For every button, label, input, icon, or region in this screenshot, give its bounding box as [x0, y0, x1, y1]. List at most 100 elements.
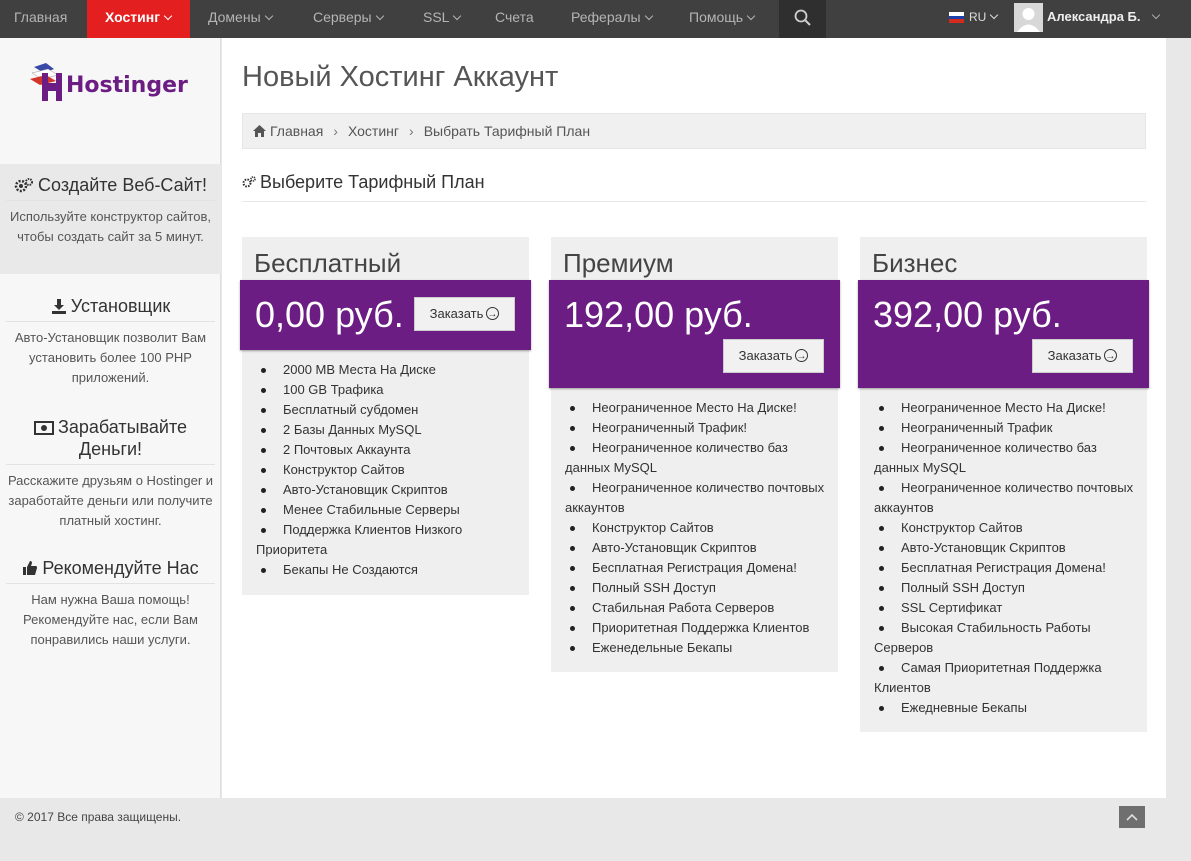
- plan-features: 2000 MB Места На Диске 100 GB Трафика Бе…: [242, 350, 529, 592]
- plan-features: Неограниченное Место На Диске! Неогранич…: [860, 388, 1147, 730]
- chevron-right-icon: ›: [333, 123, 338, 139]
- chevron-down-icon: [264, 11, 273, 21]
- order-button[interactable]: Заказать: [1032, 339, 1133, 373]
- search-icon: [794, 9, 811, 26]
- list-item: Бесплатный субдомен: [256, 400, 523, 420]
- nav-item-referrals[interactable]: Рефералы: [571, 0, 653, 38]
- sidebar-block-website-builder[interactable]: Создайте Веб-Сайт! Используйте конструкт…: [0, 164, 221, 274]
- list-item: Бекапы Не Создаются: [256, 560, 523, 580]
- nav-item-label: Хостинг: [105, 9, 161, 25]
- sidebar: Hostinger Создайте Веб-Сайт! Используйте…: [0, 38, 221, 798]
- breadcrumb-item-hosting[interactable]: Хостинг: [348, 123, 399, 139]
- list-item: Высокая Стабильность Работы Серверов: [874, 618, 1141, 658]
- chevron-down-icon: [1151, 10, 1160, 20]
- sidebar-block-recommend[interactable]: Рекомендуйте Нас Нам нужна Ваша помощь! …: [0, 557, 221, 650]
- nav-item-home[interactable]: Главная: [14, 0, 67, 38]
- main-content: Новый Хостинг Аккаунт Главная › Хостинг › Вы…: [222, 38, 1166, 798]
- top-navbar: Главная Хостинг Домены Серверы SSL Счета…: [0, 0, 1191, 44]
- list-item: Бесплатная Регистрация Домена!: [565, 558, 832, 578]
- plan-name: Бесплатный: [254, 248, 402, 278]
- list-item: Конструктор Сайтов: [874, 518, 1141, 538]
- hostinger-logo-icon: Hostinger: [30, 63, 188, 101]
- list-item: Ежедневные Бекапы: [874, 698, 1141, 718]
- thumbs-up-icon: [23, 561, 38, 575]
- sidebar-block-title: Рекомендуйте Нас: [6, 557, 215, 584]
- sidebar-block-installer[interactable]: Установщик Авто-Установщик позволит Вам …: [0, 295, 221, 388]
- language-selector[interactable]: RU: [969, 0, 999, 38]
- list-item: Поддержка Клиентов Низкого Приоритета: [256, 520, 523, 560]
- page-title: Новый Хостинг Аккаунт: [242, 61, 559, 93]
- list-item: Авто-Установщик Скриптов: [874, 538, 1141, 558]
- list-item: Неограниченное количество баз данных MyS…: [874, 438, 1141, 478]
- list-item: Еженедельные Бекапы: [565, 638, 832, 658]
- chevron-down-icon: [644, 11, 653, 21]
- list-item: Неограниченное Место На Диске!: [565, 398, 832, 418]
- plan-name: Премиум: [563, 248, 674, 278]
- list-item: Неограниченный Трафик!: [565, 418, 832, 438]
- sidebar-block-title: Зарабатывайте Деньги!: [6, 416, 215, 465]
- order-button[interactable]: Заказать: [723, 339, 824, 373]
- nav-item-servers[interactable]: Серверы: [313, 0, 384, 38]
- list-item: 100 GB Трафика: [256, 380, 523, 400]
- nav-item-label: Главная: [14, 9, 68, 25]
- section-title: Выберите Тарифный План: [242, 172, 1146, 202]
- search-button[interactable]: [779, 0, 826, 38]
- breadcrumb-item-home[interactable]: Главная: [270, 123, 323, 139]
- sidebar-block-title: Создайте Веб-Сайт!: [6, 174, 215, 201]
- list-item: Конструктор Сайтов: [256, 460, 523, 480]
- list-item: Неограниченный Трафик: [874, 418, 1141, 438]
- plan-card-business: Бизнес 392,00 руб. Заказать Неограниченн…: [858, 237, 1149, 732]
- list-item: Полный SSH Доступ: [565, 578, 832, 598]
- avatar[interactable]: [1014, 3, 1043, 32]
- hostinger-logo[interactable]: Hostinger: [28, 59, 193, 111]
- plan-card-free: Бесплатный 0,00 руб. Заказать 2000 MB Ме…: [240, 237, 531, 595]
- home-icon: [253, 125, 266, 137]
- plan-name: Бизнес: [872, 248, 958, 278]
- nav-item-hosting[interactable]: Хостинг: [87, 0, 190, 44]
- nav-item-invoices[interactable]: Счета: [495, 0, 534, 38]
- nav-item-help[interactable]: Помощь: [689, 0, 756, 38]
- chevron-down-icon: [163, 11, 173, 21]
- order-button[interactable]: Заказать: [414, 297, 515, 331]
- nav-item-label: Серверы: [313, 9, 372, 25]
- arrow-right-circle-icon: [795, 341, 809, 373]
- sidebar-block-affiliate[interactable]: Зарабатывайте Деньги! Расскажите друзьям…: [0, 416, 221, 531]
- nav-item-label: Домены: [208, 9, 261, 25]
- list-item: Полный SSH Доступ: [874, 578, 1141, 598]
- plan-price-band: 392,00 руб. Заказать: [858, 280, 1149, 388]
- list-item: Неограниченное количество баз данных MyS…: [565, 438, 832, 478]
- list-item: Самая Приоритетная Поддержка Клиентов: [874, 658, 1141, 698]
- arrow-right-circle-icon: [1104, 341, 1118, 373]
- list-item: Неограниченное количество почтовых аккау…: [874, 478, 1141, 518]
- list-item: 2 Почтовых Аккаунта: [256, 440, 523, 460]
- nav-item-label: Рефералы: [571, 9, 641, 25]
- user-menu[interactable]: Александра Б.: [1047, 0, 1160, 38]
- nav-item-label: SSL: [423, 9, 450, 25]
- nav-item-domains[interactable]: Домены: [208, 0, 273, 38]
- plan-price-band: 192,00 руб. Заказать: [549, 280, 840, 388]
- svg-text:Hostinger: Hostinger: [66, 73, 188, 98]
- nav-item-label: Помощь: [689, 9, 744, 25]
- list-item: SSL Сертификат: [874, 598, 1141, 618]
- arrow-right-circle-icon: [486, 299, 500, 331]
- page-gutter: [1166, 38, 1191, 798]
- chevron-up-icon: [1126, 813, 1138, 821]
- list-item: Бесплатная Регистрация Домена!: [874, 558, 1141, 578]
- user-name: Александра Б.: [1047, 9, 1141, 24]
- nav-item-ssl[interactable]: SSL: [423, 0, 462, 38]
- plan-price-band: 0,00 руб. Заказать: [240, 280, 531, 350]
- language-label: RU: [969, 10, 987, 24]
- list-item: Авто-Установщик Скриптов: [565, 538, 832, 558]
- chevron-down-icon: [375, 11, 384, 21]
- list-item: Приоритетная Поддержка Клиентов: [565, 618, 832, 638]
- list-item: Неограниченное количество почтовых аккау…: [565, 478, 832, 518]
- chevron-down-icon: [746, 11, 756, 21]
- nav-item-label: Счета: [495, 9, 534, 25]
- scroll-to-top-button[interactable]: [1119, 806, 1145, 828]
- russia-flag-icon: [949, 12, 964, 23]
- copyright-text: © 2017 Все права защищены.: [15, 810, 182, 824]
- chevron-right-icon: ›: [409, 123, 414, 139]
- sidebar-block-text: Нам нужна Ваша помощь! Рекомендуйте нас,…: [23, 592, 198, 647]
- list-item: Конструктор Сайтов: [565, 518, 832, 538]
- download-icon: [51, 299, 66, 314]
